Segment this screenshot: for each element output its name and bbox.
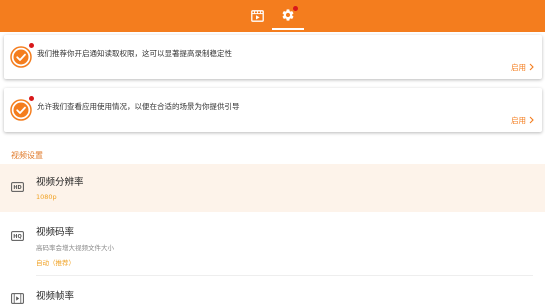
permission-description: 允许我们查看应用使用情况，以便在合适的场景为你提供引导 (37, 102, 240, 111)
alert-dot (29, 43, 34, 48)
framerate-icon (11, 289, 24, 307)
check-circle-icon (10, 96, 34, 121)
setting-video-bitrate[interactable]: HQ 视频码率 高码率会增大视频文件大小 自动（推荐） (0, 218, 545, 276)
hd-icon: HD (11, 177, 24, 196)
notification-badge (293, 6, 298, 11)
setting-subtitle: 高码率会增大视频文件大小 (36, 244, 114, 252)
enable-label: 启用 (511, 63, 526, 72)
svg-text:HD: HD (13, 185, 21, 191)
bitrate-icon: HQ (11, 226, 24, 245)
enable-button[interactable]: 启用 (511, 115, 534, 126)
usage-access-permission-card: 允许我们查看应用使用情况，以便在合适的场景为你提供引导 启用 (4, 88, 542, 132)
setting-video-framerate[interactable]: 视频帧率 (0, 282, 545, 307)
svg-text:HQ: HQ (13, 234, 21, 240)
top-app-bar (0, 0, 545, 32)
divider (36, 275, 533, 276)
check-circle-icon (10, 43, 34, 68)
tab-videos[interactable] (244, 0, 270, 32)
setting-value: 1080p (36, 193, 57, 201)
setting-title: 视频码率 (36, 227, 75, 238)
video-list-icon (250, 7, 264, 26)
setting-value: 自动（推荐） (36, 259, 75, 267)
selected-tab-indicator (272, 28, 304, 30)
enable-button[interactable]: 启用 (511, 62, 534, 73)
setting-title: 视频帧率 (36, 291, 75, 302)
chevron-right-icon (529, 63, 534, 73)
permission-description: 我们推荐你开启通知读取权限，这可以显著提高录制稳定性 (37, 49, 232, 58)
enable-label: 启用 (511, 116, 526, 125)
setting-video-resolution[interactable]: HD 视频分辨率 1080p (0, 164, 545, 212)
chevron-right-icon (529, 116, 534, 126)
setting-title: 视频分辨率 (36, 177, 84, 188)
notification-permission-card: 我们推荐你开启通知读取权限，这可以显著提高录制稳定性 启用 (4, 35, 542, 79)
alert-dot (29, 96, 34, 101)
section-title-video-settings: 视频设置 (11, 151, 43, 160)
tab-settings[interactable] (272, 0, 304, 32)
